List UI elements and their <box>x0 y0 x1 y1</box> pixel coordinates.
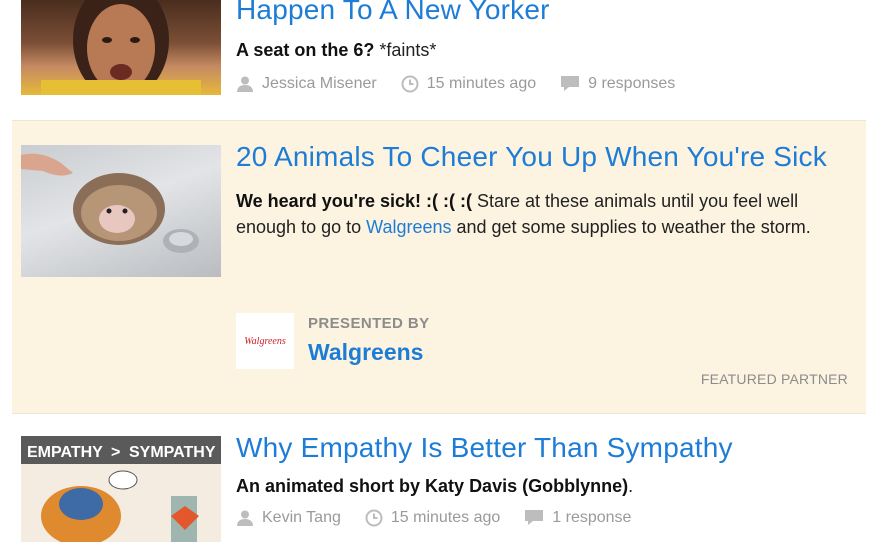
story-thumbnail[interactable] <box>21 0 221 95</box>
partner-logo-text: Walgreens <box>244 335 286 347</box>
responses[interactable]: 9 responses <box>560 75 675 93</box>
story-headline[interactable]: Happen To A New Yorker <box>236 0 866 27</box>
author-credit-link[interactable]: Katy Davis (Gobblynne) <box>425 476 628 496</box>
story-card: EMPATHY > SYMPATHY Why Empathy Is Better… <box>12 430 866 542</box>
story-thumbnail[interactable]: EMPATHY > SYMPATHY <box>21 436 221 542</box>
description-text: *faints* <box>374 40 437 60</box>
comment-icon <box>525 510 544 525</box>
responses-count[interactable]: 1 response <box>552 509 631 527</box>
comment-icon <box>561 76 580 91</box>
partner-name-link[interactable]: Walgreens <box>308 339 423 366</box>
description-bold: An animated short by <box>236 476 421 496</box>
time-text: 15 minutes ago <box>426 75 537 92</box>
user-icon <box>237 510 253 526</box>
description-text: and get some supplies to weather the sto… <box>451 217 811 237</box>
thumb-banner-sign: > <box>111 444 120 461</box>
story-content: 20 Animals To Cheer You Up When You're S… <box>236 139 866 369</box>
description-bold: A seat on the 6? <box>236 40 375 60</box>
timestamp: 15 minutes ago <box>401 75 536 93</box>
user-icon <box>237 76 253 92</box>
story-description: A seat on the 6? *faints* <box>236 37 866 63</box>
thumb-banner-left: EMPATHY <box>27 444 103 461</box>
clock-icon <box>365 509 383 527</box>
story-description: An animated short by Katy Davis (Gobblyn… <box>236 473 866 499</box>
time-text: 15 minutes ago <box>390 509 501 526</box>
story-description: We heard you're sick! :( :( :( Stare at … <box>236 188 856 240</box>
responses[interactable]: 1 response <box>524 509 631 527</box>
author[interactable]: Jessica Misener <box>236 75 377 93</box>
description-bold: We heard you're sick! :( :( :( <box>236 191 472 211</box>
partner-logo[interactable]: Walgreens <box>236 313 294 369</box>
story-meta: Jessica Misener 15 minutes ago 9 respons… <box>236 73 866 95</box>
clock-icon <box>401 75 419 93</box>
story-card: Happen To A New Yorker A seat on the 6? … <box>12 0 866 108</box>
story-headline[interactable]: Why Empathy Is Better Than Sympathy <box>236 430 866 465</box>
story-headline[interactable]: 20 Animals To Cheer You Up When You're S… <box>236 139 866 174</box>
author-name[interactable]: Kevin Tang <box>262 509 341 527</box>
author[interactable]: Kevin Tang <box>236 509 341 527</box>
featured-partner-label: FEATURED PARTNER <box>700 371 848 387</box>
story-content: Why Empathy Is Better Than Sympathy An a… <box>236 430 866 529</box>
story-thumbnail[interactable] <box>21 145 221 277</box>
description-text: . <box>628 476 634 496</box>
timestamp: 15 minutes ago <box>365 509 500 527</box>
story-meta: Kevin Tang 15 minutes ago 1 response <box>236 507 866 529</box>
walgreens-link[interactable]: Walgreens <box>366 217 451 237</box>
story-content: Happen To A New Yorker A seat on the 6? … <box>236 0 866 95</box>
thumb-banner-right: SYMPATHY <box>129 444 216 461</box>
featured-story-card: 20 Animals To Cheer You Up When You're S… <box>12 120 866 414</box>
author-name[interactable]: Jessica Misener <box>262 75 377 93</box>
responses-count[interactable]: 9 responses <box>588 75 675 93</box>
presented-by-label: PRESENTED BY <box>308 315 430 332</box>
